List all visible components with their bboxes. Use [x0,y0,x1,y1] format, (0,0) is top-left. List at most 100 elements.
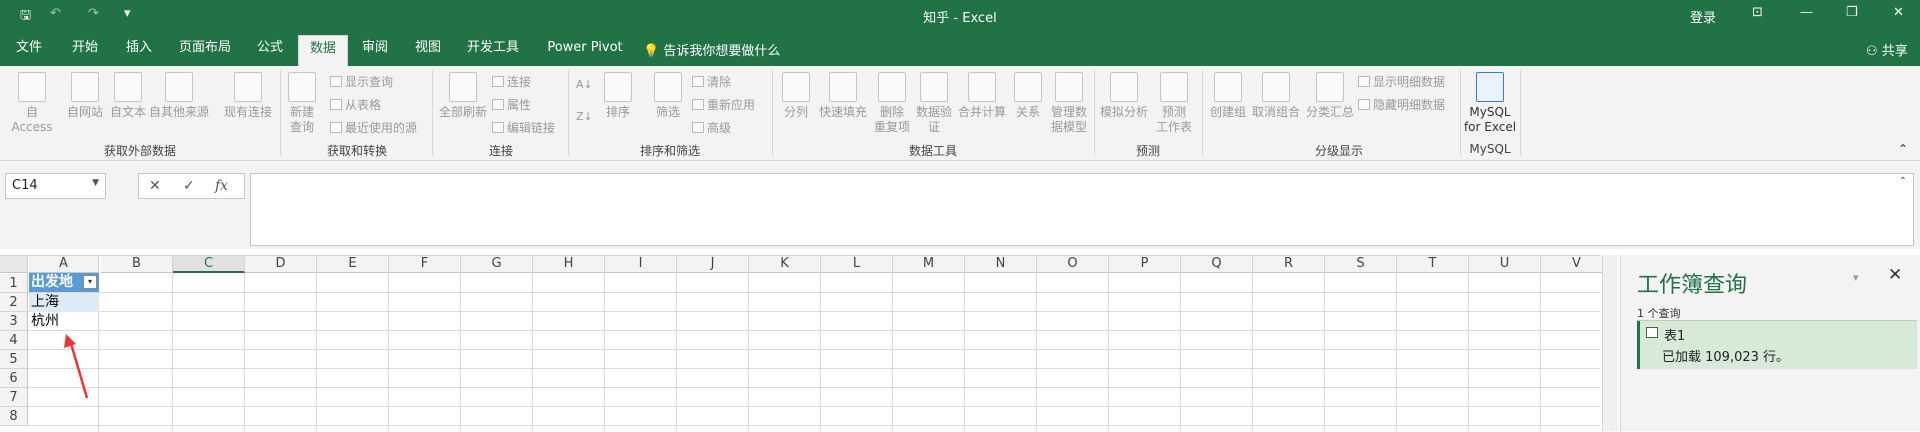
hide-detail-button[interactable]: 隐藏明细数据 [1358,96,1445,113]
column-header[interactable]: G [461,256,533,273]
data-validation-button[interactable]: 数据验 证 [914,72,954,135]
edit-links-button[interactable]: 编辑链接 [492,119,555,136]
column-header[interactable]: A [29,256,99,273]
reapply-button[interactable]: 重新应用 [692,96,755,113]
clear-filter-button[interactable]: 清除 [692,73,731,90]
row-header[interactable]: 3 [0,312,28,331]
column-header[interactable]: H [533,256,605,273]
refresh-all-button[interactable]: 全部刷新 [436,72,490,120]
share-button[interactable]: ⚇ 共享 [1866,40,1908,59]
consolidate-button[interactable]: 合并计算 [956,72,1008,120]
vertical-scrollbar[interactable] [1602,255,1618,431]
ribbon-display-options-icon[interactable]: ⊡ [1752,5,1763,20]
tab-view[interactable]: 视图 [408,30,448,66]
tab-home[interactable]: 开始 [64,30,106,66]
column-header[interactable]: U [1469,256,1541,273]
column-header[interactable]: J [677,256,749,273]
manage-data-model-button[interactable]: 管理数 据模型 [1048,72,1090,135]
tab-review[interactable]: 审阅 [354,30,396,66]
tab-formulas[interactable]: 公式 [250,30,290,66]
select-all-corner[interactable] [0,256,28,273]
column-header[interactable]: R [1253,256,1325,273]
column-header[interactable]: L [821,256,893,273]
mysql-for-excel-button[interactable]: MySQL for Excel [1462,72,1518,135]
from-text-button[interactable]: 自文本 [108,72,148,120]
filter-button[interactable]: 筛选 [648,72,688,120]
filter-dropdown-icon[interactable]: ▾ [83,275,97,289]
column-header[interactable]: I [605,256,677,273]
sort-button[interactable]: 排序 [598,72,638,120]
column-header[interactable]: N [965,256,1037,273]
name-box[interactable]: C14 ▼ [5,173,106,199]
from-access-button[interactable]: 自 Access [4,72,60,135]
from-table-button[interactable]: 从表格 [330,96,381,113]
close-icon[interactable]: ✕ [1893,5,1904,20]
pane-options-icon[interactable]: ▾ [1853,271,1859,284]
what-if-analysis-button[interactable]: 模拟分析 [1098,72,1150,120]
existing-connections-button[interactable]: 现有连接 [220,72,276,120]
row-header[interactable]: 2 [0,293,28,312]
column-header[interactable]: T [1397,256,1469,273]
row-header[interactable]: 5 [0,350,28,369]
worksheet-grid[interactable]: ABCDEFGHIJKLMNOPQRSTUV 12345678 出发地 ▾ 上海… [0,255,1613,432]
enter-icon[interactable]: ✓ [183,178,195,194]
insert-function-icon[interactable]: fx [215,178,228,194]
pane-close-icon[interactable]: ✕ [1888,265,1902,285]
collapse-formula-bar-icon[interactable]: ⌃ [1899,176,1907,187]
column-header[interactable]: E [317,256,389,273]
login-link[interactable]: 登录 [1690,7,1716,26]
ungroup-button[interactable]: 取消组合 [1250,72,1302,120]
remove-duplicates-button[interactable]: 删除 重复项 [872,72,912,135]
column-header[interactable]: Q [1181,256,1253,273]
column-header[interactable]: M [893,256,965,273]
mysql-icon [1476,72,1504,102]
from-web-button[interactable]: 自网站 [64,72,106,120]
show-queries-button[interactable]: 显示查询 [330,73,393,90]
tab-power-pivot[interactable]: Power Pivot [542,30,628,66]
show-detail-button[interactable]: 显示明细数据 [1358,73,1445,90]
recent-sources-button[interactable]: 最近使用的源 [330,119,417,136]
column-header[interactable]: O [1037,256,1109,273]
table-cell[interactable]: 杭州 [29,312,99,331]
collapse-ribbon-icon[interactable]: ⌃ [1898,142,1908,156]
cancel-icon[interactable]: ✕ [149,178,161,194]
table-header-cell[interactable]: 出发地 ▾ [29,273,99,292]
text-to-columns-button[interactable]: 分列 [776,72,816,120]
sort-descending-button[interactable]: Z↓ [576,110,593,123]
column-header[interactable]: D [245,256,317,273]
column-header[interactable]: C [173,256,245,273]
tab-file[interactable]: 文件 [8,30,50,66]
minimize-icon[interactable]: — [1800,5,1813,20]
column-header[interactable]: P [1109,256,1181,273]
sort-ascending-button[interactable]: A↓ [576,78,593,91]
chevron-down-icon[interactable]: ▼ [92,178,99,188]
column-header[interactable]: S [1325,256,1397,273]
tell-me-search[interactable]: 💡 告诉我你想要做什么 [643,40,780,59]
row-header[interactable]: 8 [0,407,28,426]
tab-developer[interactable]: 开发工具 [460,30,526,66]
row-header[interactable]: 1 [0,274,28,293]
forecast-sheet-button[interactable]: 预测 工作表 [1152,72,1196,135]
tab-page-layout[interactable]: 页面布局 [170,30,240,66]
from-other-sources-button[interactable]: 自其他来源 [148,72,210,120]
row-header[interactable]: 6 [0,369,28,388]
row-header[interactable]: 7 [0,388,28,407]
tab-data[interactable]: 数据 [298,35,348,66]
table-cell[interactable]: 上海 [29,293,99,312]
query-item[interactable]: 表1 已加载 109,023 行。 [1637,321,1917,369]
new-query-button[interactable]: 新建 查询 [284,72,320,135]
formula-input[interactable]: ⌃ [250,173,1914,246]
restore-icon[interactable]: ❐ [1846,5,1858,20]
column-header[interactable]: B [101,256,173,273]
column-header[interactable]: F [389,256,461,273]
flash-fill-button[interactable]: 快速填充 [818,72,868,120]
column-header[interactable]: K [749,256,821,273]
properties-button[interactable]: 属性 [492,96,531,113]
group-button[interactable]: 创建组 [1206,72,1250,120]
connections-button[interactable]: 连接 [492,73,531,90]
subtotal-button[interactable]: 分类汇总 [1304,72,1356,120]
advanced-filter-button[interactable]: 高级 [692,119,731,136]
tab-insert[interactable]: 插入 [118,30,160,66]
row-header[interactable]: 4 [0,331,28,350]
relationships-button[interactable]: 关系 [1010,72,1046,120]
